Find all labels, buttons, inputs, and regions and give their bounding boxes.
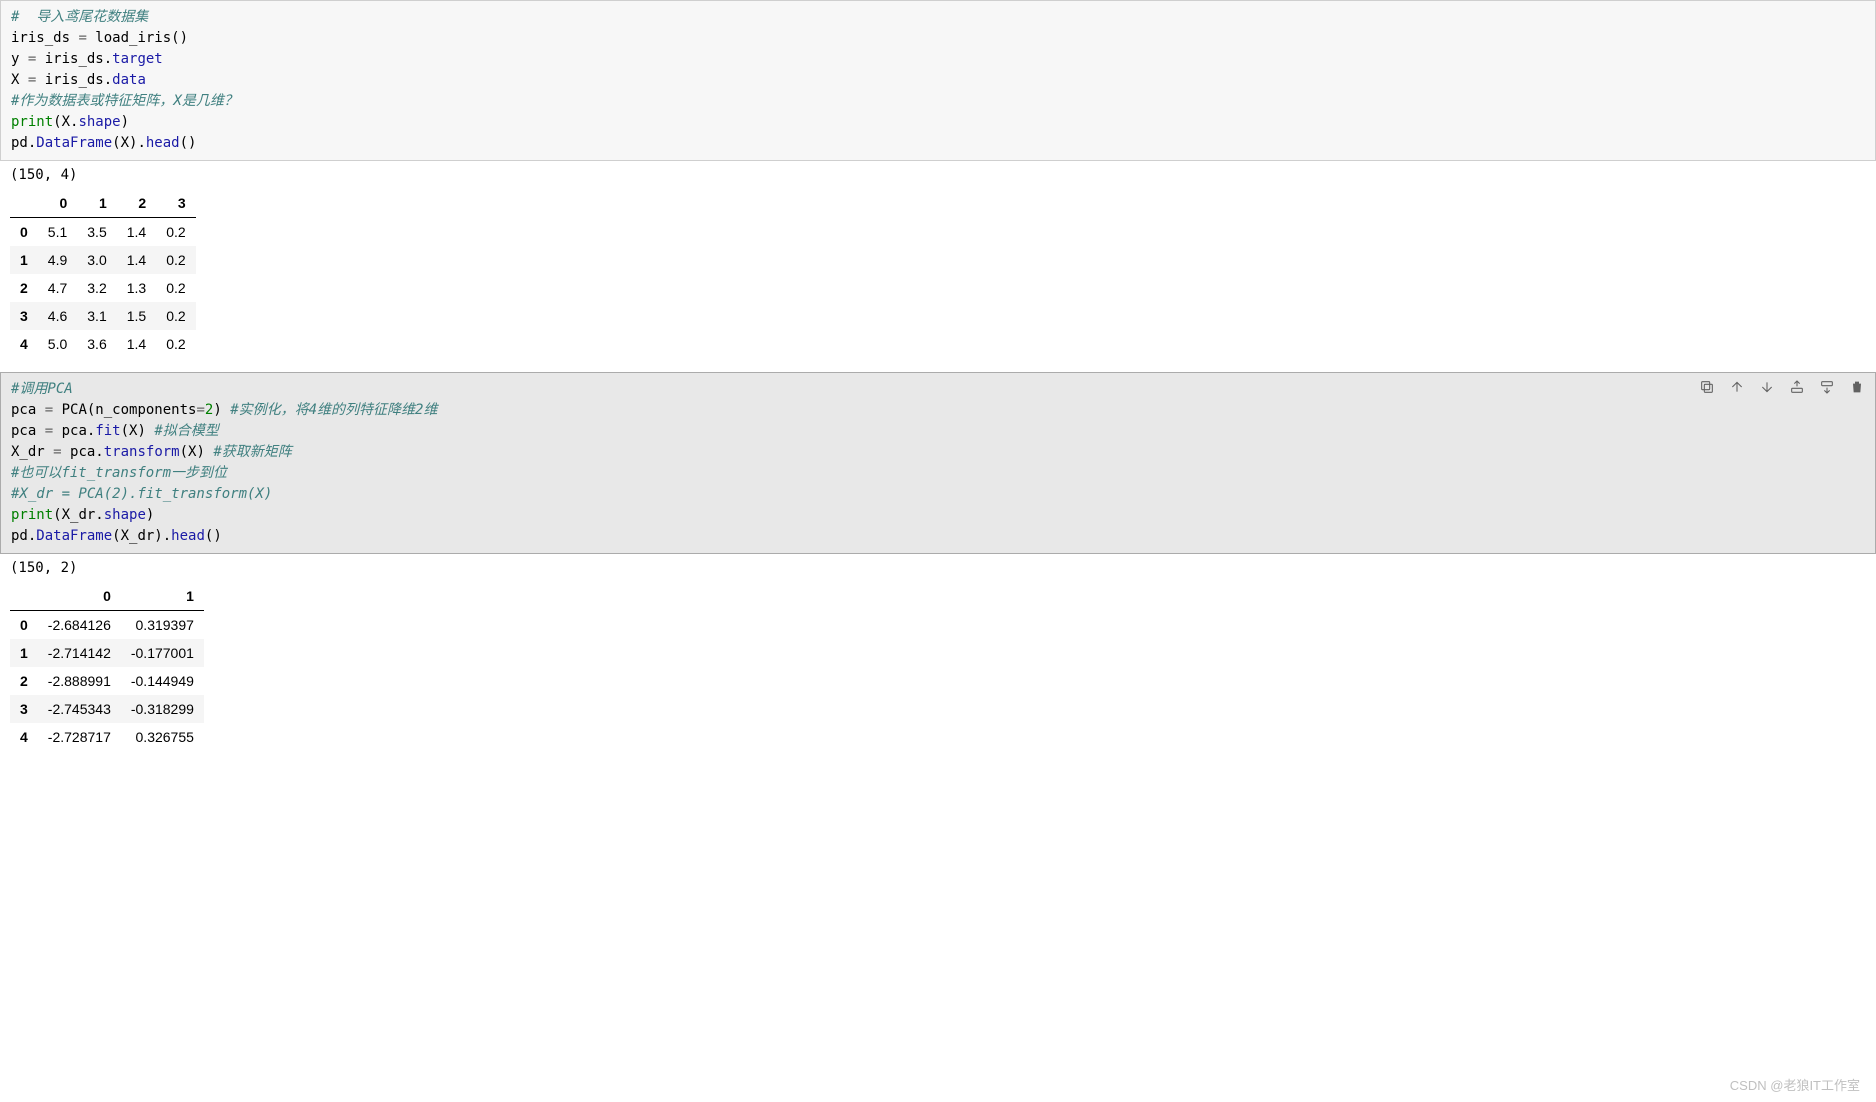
insert-below-icon[interactable] [1817,377,1837,397]
table-row: 45.03.61.40.2 [10,330,196,358]
delete-icon[interactable] [1847,377,1867,397]
table-row: 1-2.714142-0.177001 [10,639,204,667]
table-row: 14.93.01.40.2 [10,246,196,274]
col-header: 3 [156,189,195,218]
table-row: 3-2.745343-0.318299 [10,695,204,723]
move-down-icon[interactable] [1757,377,1777,397]
col-header: 1 [77,189,116,218]
table-row: 0-2.6841260.319397 [10,611,204,640]
insert-above-icon[interactable] [1787,377,1807,397]
code-input-1[interactable]: # 导入鸢尾花数据集 iris_ds = load_iris() y = iri… [0,0,1876,161]
table-row: 24.73.21.30.2 [10,274,196,302]
table-header-row: 0 1 2 3 [10,189,196,218]
move-up-icon[interactable] [1727,377,1747,397]
code-source-2: #调用PCA pca = PCA(n_components=2) #实例化，将4… [11,379,1865,547]
watermark-text: CSDN @老狼IT工作室 [1730,1075,1860,1094]
dataframe-table-2: 0 1 0-2.6841260.319397 1-2.714142-0.1770… [10,582,204,751]
code-source-1: # 导入鸢尾花数据集 iris_ds = load_iris() y = iri… [11,7,1865,154]
dataframe-table-1: 0 1 2 3 05.13.51.40.2 14.93.01.40.2 24.7… [10,189,196,358]
table-row: 05.13.51.40.2 [10,218,196,247]
col-header: 0 [38,582,121,611]
table-row: 34.63.11.50.2 [10,302,196,330]
table-row: 4-2.7287170.326755 [10,723,204,751]
table-row: 2-2.888991-0.144949 [10,667,204,695]
stdout-text-2: (150, 2) [10,560,1866,576]
col-header: 2 [117,189,156,218]
col-header: 0 [38,189,77,218]
col-header: 1 [121,582,204,611]
stdout-text-1: (150, 4) [10,167,1866,183]
output-area-1: (150, 4) 0 1 2 3 05.13.51.40.2 14.93.01.… [0,161,1876,364]
table-header-row: 0 1 [10,582,204,611]
code-cell-1: # 导入鸢尾花数据集 iris_ds = load_iris() y = iri… [0,0,1876,364]
code-input-2[interactable]: #调用PCA pca = PCA(n_components=2) #实例化，将4… [0,372,1876,554]
code-cell-2: #调用PCA pca = PCA(n_components=2) #实例化，将4… [0,372,1876,757]
duplicate-icon[interactable] [1697,377,1717,397]
output-area-2: (150, 2) 0 1 0-2.6841260.319397 1-2.7141… [0,554,1876,757]
cell-toolbar [1697,377,1867,397]
